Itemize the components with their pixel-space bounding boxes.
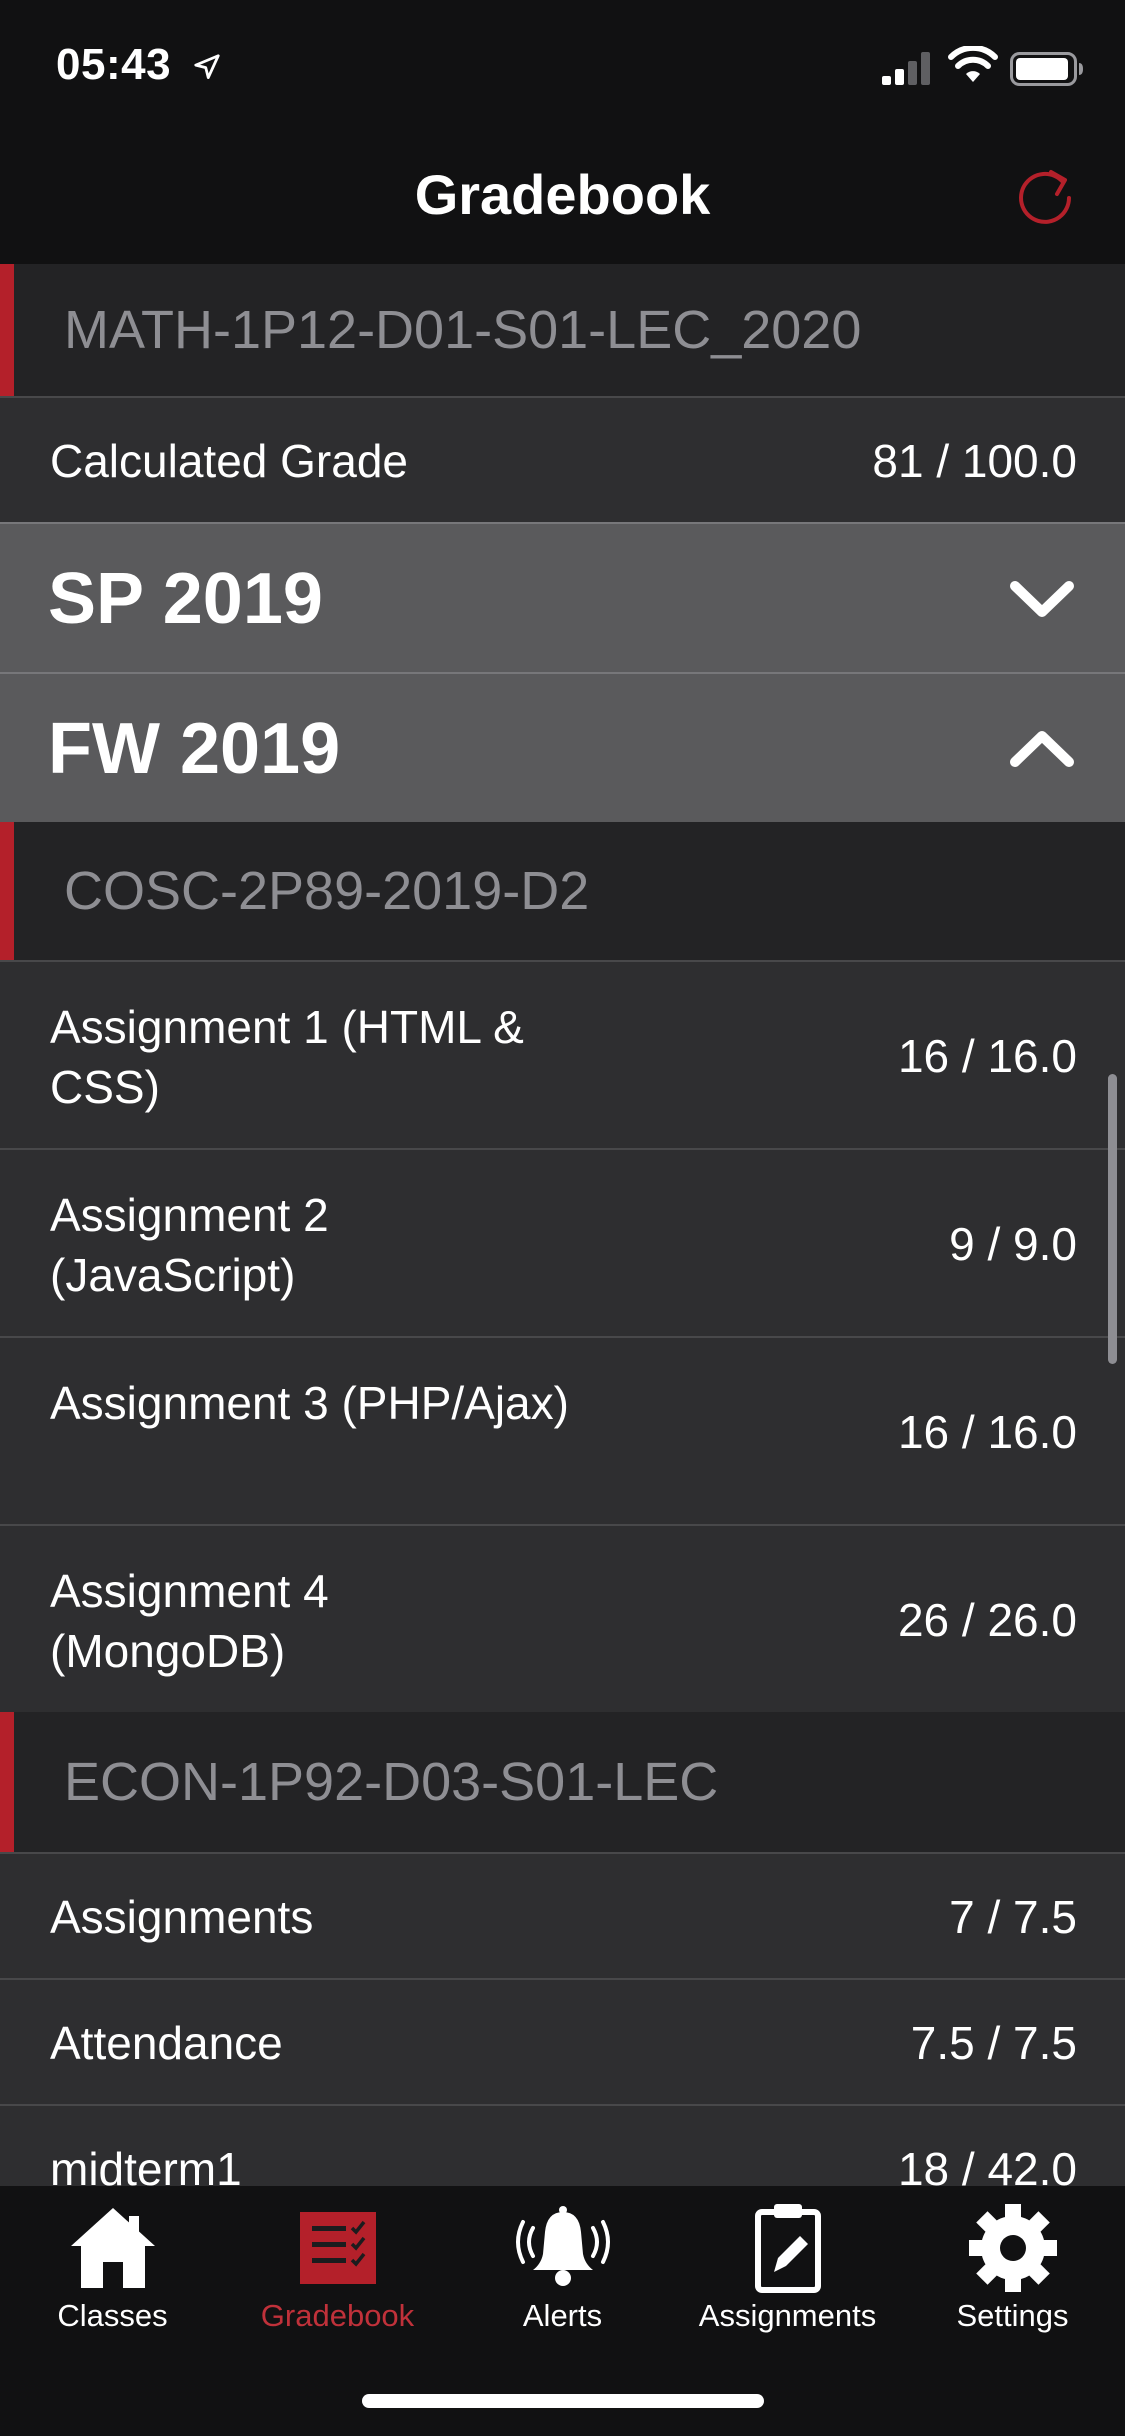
wifi-icon xyxy=(948,46,998,82)
gear-icon xyxy=(968,2204,1057,2292)
tab-gradebook[interactable]: Gradebook xyxy=(225,2202,450,2352)
battery-icon xyxy=(1010,52,1083,86)
term-label: FW 2019 xyxy=(48,709,341,789)
grade-value: 18 / 42.0 xyxy=(897,2143,1077,2186)
tab-label: Settings xyxy=(956,2298,1069,2333)
term-header-sp2019[interactable]: SP 2019 xyxy=(0,522,1125,672)
tab-label: Gradebook xyxy=(260,2298,415,2333)
course-accent-bar xyxy=(0,264,14,396)
tab-settings[interactable]: Settings xyxy=(900,2202,1125,2352)
course-name: ECON-1P92-D03-S01-LEC xyxy=(64,1752,719,1812)
course-header-math: MATH-1P12-D01-S01-LEC_2020 xyxy=(0,264,1125,396)
tab-alerts[interactable]: Alerts xyxy=(450,2202,675,2352)
scrollbar[interactable] xyxy=(1108,1074,1117,1364)
clipboard-edit-icon xyxy=(754,2204,821,2293)
grade-row[interactable]: Assignment 2 (JavaScript) 9 / 9.0 xyxy=(0,1148,1125,1336)
grade-row[interactable]: midterm1 18 / 42.0 xyxy=(0,2104,1125,2186)
grade-label: Assignment 3 (PHP/Ajax) xyxy=(50,1377,569,1429)
tab-label: Assignments xyxy=(698,2298,877,2333)
grade-value: 7.5 / 7.5 xyxy=(910,2017,1077,2069)
grade-label: Assignment 1 (HTML & CSS) xyxy=(50,1001,524,1113)
grade-label: Assignments xyxy=(50,1891,314,1943)
grade-label: Assignment 4 (MongoDB) xyxy=(50,1565,329,1677)
grade-value: 9 / 9.0 xyxy=(949,1218,1077,1270)
navigation-bar: Gradebook xyxy=(0,132,1125,264)
status-bar: 05:43 xyxy=(0,0,1125,132)
tab-assignments[interactable]: Assignments xyxy=(675,2202,900,2352)
course-header-econ: ECON-1P92-D03-S01-LEC xyxy=(0,1712,1125,1852)
grade-value: 26 / 26.0 xyxy=(897,1594,1077,1646)
location-arrow-icon xyxy=(194,54,220,79)
course-header-cosc: COSC-2P89-2019-D2 xyxy=(0,822,1125,960)
course-accent-bar xyxy=(0,822,14,960)
cellular-signal-icon xyxy=(882,52,930,85)
grade-value: 16 / 16.0 xyxy=(897,1406,1077,1458)
tab-label: Classes xyxy=(57,2298,168,2333)
chevron-up-icon xyxy=(1010,731,1074,767)
tab-classes[interactable]: Classes xyxy=(0,2202,225,2352)
tab-label: Alerts xyxy=(522,2298,603,2333)
course-accent-bar xyxy=(0,1712,14,1852)
grade-row[interactable]: Assignment 4 (MongoDB) 26 / 26.0 xyxy=(0,1524,1125,1712)
term-label: SP 2019 xyxy=(48,559,323,639)
grade-value: 81 / 100.0 xyxy=(872,435,1077,487)
course-name: COSC-2P89-2019-D2 xyxy=(64,861,590,921)
grade-row[interactable]: Assignments 7 / 7.5 xyxy=(0,1852,1125,1978)
grade-value: 16 / 16.0 xyxy=(897,1030,1077,1082)
bell-icon xyxy=(515,2206,610,2286)
home-icon xyxy=(70,2208,155,2288)
status-time: 05:43 xyxy=(56,40,172,89)
grade-label: Calculated Grade xyxy=(50,435,408,487)
gradebook-icon xyxy=(299,2212,376,2284)
chevron-down-icon xyxy=(1010,581,1074,617)
term-header-fw2019[interactable]: FW 2019 xyxy=(0,672,1125,822)
grade-row[interactable]: Attendance 7.5 / 7.5 xyxy=(0,1978,1125,2104)
refresh-icon[interactable] xyxy=(1011,158,1081,228)
grade-label: Assignment 2 (JavaScript) xyxy=(50,1189,329,1301)
home-indicator[interactable] xyxy=(362,2394,764,2408)
page-title: Gradebook xyxy=(414,163,711,226)
grade-label: Attendance xyxy=(50,2017,283,2069)
grade-label: midterm1 xyxy=(50,2143,242,2186)
grade-row[interactable]: Calculated Grade 81 / 100.0 xyxy=(0,396,1125,522)
course-name: MATH-1P12-D01-S01-LEC_2020 xyxy=(64,300,862,360)
grade-value: 7 / 7.5 xyxy=(949,1891,1077,1943)
grade-row[interactable]: Assignment 1 (HTML & CSS) 16 / 16.0 xyxy=(0,960,1125,1148)
grade-row[interactable]: Assignment 3 (PHP/Ajax) 16 / 16.0 xyxy=(0,1336,1125,1524)
gradebook-list[interactable]: MATH-1P12-D01-S01-LEC_2020 Calculated Gr… xyxy=(0,264,1125,2186)
